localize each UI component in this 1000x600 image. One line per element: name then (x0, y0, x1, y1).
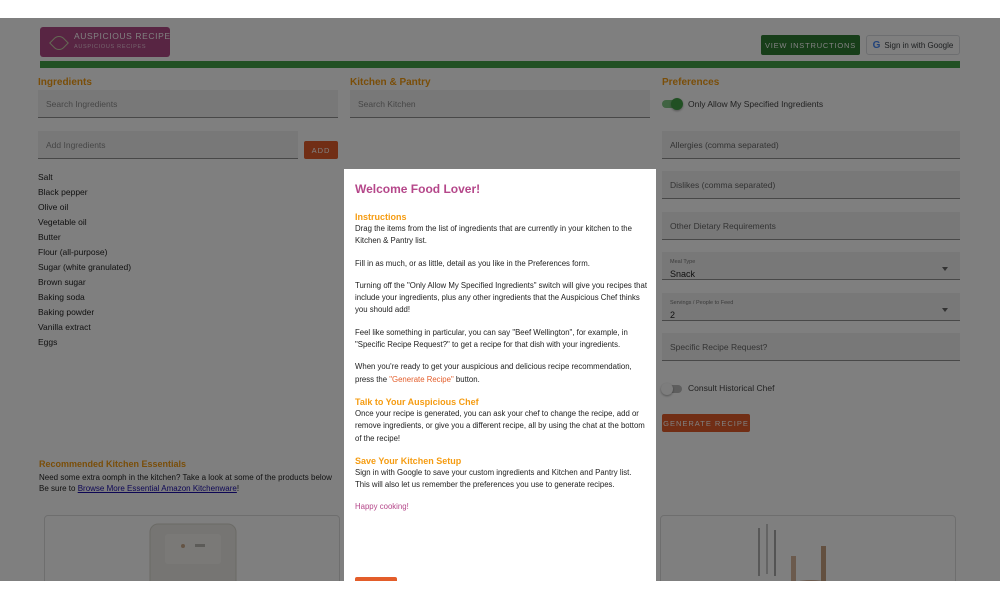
instructions-paragraph: When you're ready to get your auspicious… (355, 361, 647, 386)
modal-title: Welcome Food Lover! (355, 182, 481, 196)
talk-heading: Talk to Your Auspicious Chef (355, 396, 479, 407)
welcome-modal: Welcome Food Lover! Instructions Drag th… (344, 169, 656, 581)
close-modal-button[interactable] (355, 577, 397, 581)
app-page: AUSPICIOUS RECIPES AUSPICIOUS RECIPES VI… (0, 18, 1000, 581)
instructions-heading: Instructions (355, 212, 407, 222)
instr-p5-suffix: button. (453, 374, 480, 384)
instructions-paragraph: Feel like something in particular, you c… (355, 327, 628, 350)
save-heading: Save Your Kitchen Setup (355, 455, 462, 466)
instructions-paragraph: Drag the items from the list of ingredie… (355, 224, 632, 246)
talk-paragraph: Once your recipe is generated, you can a… (355, 408, 645, 443)
generate-recipe-highlight: "Generate Recipe" (389, 374, 454, 384)
instructions-paragraph: Fill in as much, or as little, detail as… (355, 258, 590, 268)
instructions-paragraph: Turning off the "Only Allow My Specified… (355, 280, 647, 315)
modal-body: Instructions Drag the items from the lis… (355, 211, 647, 524)
save-paragraph: Sign in with Google to save your custom … (355, 467, 632, 490)
happy-cooking-text: Happy cooking! (355, 502, 409, 512)
